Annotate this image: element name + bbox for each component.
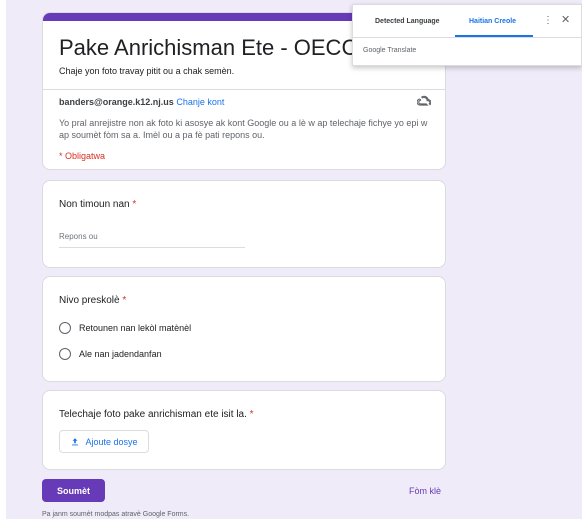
close-icon[interactable]: ✕ [561,13,570,26]
radio-option-kindergarten[interactable]: Ale nan jadendanfan [59,348,162,360]
required-star: * [249,409,254,420]
required-star: * [122,295,127,306]
tab-haitian-creole[interactable]: Haitian Creole [469,18,516,25]
tabs-divider [353,37,581,38]
account-info: banders@orange.k12.nj.us Chanje kont [59,97,224,107]
question-title: Telechaje foto pake anrichisman ete isit… [59,409,254,420]
radio-option-return-prek[interactable]: Retounen nan lekòl matènèl [59,322,191,334]
radio-button[interactable] [59,322,71,334]
form-description: Chaje yon foto travay pitit ou a chak se… [59,66,235,76]
question-title: Nivo preskolè * [59,295,126,306]
submit-button[interactable]: Soumèt [42,479,105,502]
required-star: * [132,199,137,210]
question-title-text: Nivo preskolè [59,295,120,306]
upload-icon [72,437,79,445]
data-notice: Yo pral anrejistre non ak foto ki asosye… [59,118,428,140]
footer-notice: Pa janm soumèt modpas atravè Google Form… [42,511,190,518]
radio-button[interactable] [59,348,71,360]
form-title: Pake Anrichisman Ete - OECC [59,35,358,60]
clear-form-link[interactable]: Fòm klè [409,486,441,496]
question-preschool-level: Nivo preskolè * Retounen nan lekòl matèn… [42,276,446,382]
question-title-text: Non timoun nan [59,199,130,210]
form-container: Pake Anrichisman Ete - OECC Chaje yon fo… [42,12,446,470]
google-translate-brand: Google Translate [363,47,417,54]
question-title-text: Telechaje foto pake anrichisman ete isit… [59,409,247,420]
input-placeholder: Repons ou [59,232,98,241]
account-email: banders@orange.k12.nj.us [59,97,174,107]
tab-detected-language[interactable]: Detected Language [375,18,440,25]
google-translate-popup: Detected Language Haitian Creole ⋮ ✕ Goo… [352,4,582,66]
question-title: Non timoun nan * [59,199,136,210]
switch-account-link[interactable]: Chanje kont [176,97,224,107]
radio-label: Retounen nan lekòl matènèl [79,323,192,333]
required-note: * Obligatwa [59,151,106,161]
add-file-label: Ajoute dosye [85,436,138,447]
question-child-name: Non timoun nan * Repons ou [42,180,446,268]
question-photo-upload: Telechaje foto pake anrichisman ete isit… [42,390,446,470]
child-name-input[interactable]: Repons ou [59,232,245,248]
left-edge-strip [0,0,6,519]
add-file-button[interactable]: Ajoute dosye [59,430,149,453]
radio-label: Ale nan jadendanfan [79,349,162,359]
cloud-off-icon [417,95,431,106]
header-divider [43,89,445,90]
more-options-icon[interactable]: ⋮ [543,15,553,26]
